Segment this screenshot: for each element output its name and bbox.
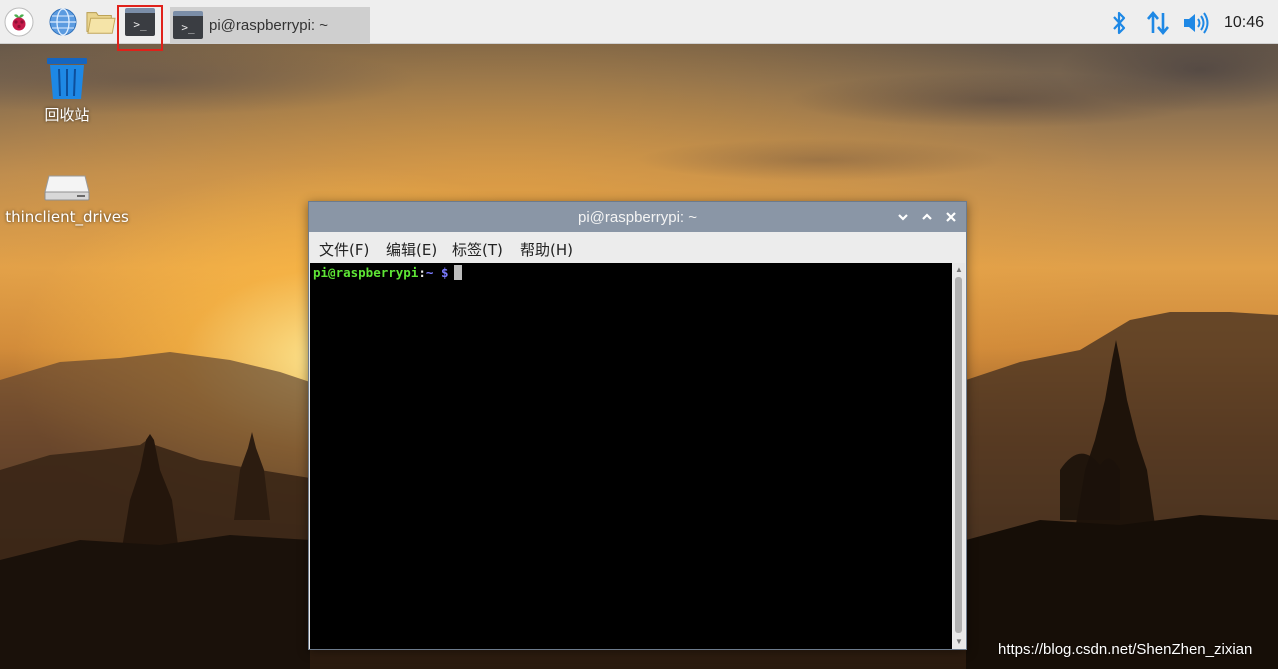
window-title: pi@raspberrypi: ~ bbox=[577, 209, 698, 226]
bluetooth-icon[interactable] bbox=[1108, 10, 1130, 36]
maximize-button[interactable] bbox=[919, 208, 935, 226]
clock[interactable]: 10:46 bbox=[1224, 14, 1264, 32]
menu-edit[interactable]: 编辑(E) bbox=[386, 239, 437, 260]
desktop-icon-label: 回收站 bbox=[44, 106, 90, 124]
volume-icon[interactable] bbox=[1181, 10, 1211, 36]
scrollbar-thumb[interactable] bbox=[955, 277, 962, 633]
file-manager-icon[interactable] bbox=[86, 7, 116, 37]
scroll-up-icon[interactable]: ▲ bbox=[954, 265, 964, 275]
chevron-down-icon bbox=[898, 214, 908, 221]
close-button[interactable] bbox=[943, 208, 959, 226]
trash-icon bbox=[47, 58, 87, 99]
vertical-scrollbar[interactable]: ▲ ▼ bbox=[953, 263, 965, 649]
scroll-down-icon[interactable]: ▼ bbox=[954, 637, 964, 647]
desktop-icon-drive[interactable]: thinclient_drives bbox=[5, 170, 129, 226]
minimize-button[interactable] bbox=[895, 208, 911, 226]
prompt-path: ~ bbox=[425, 265, 434, 280]
desktop-icon-label: thinclient_drives bbox=[5, 208, 129, 226]
desktop-icon-trash[interactable]: 回收站 bbox=[30, 56, 104, 125]
web-browser-icon[interactable] bbox=[48, 7, 78, 37]
menu-file[interactable]: 文件(F) bbox=[319, 239, 369, 260]
window-titlebar[interactable]: pi@raspberrypi: ~ bbox=[309, 202, 966, 232]
menu-bar: 文件(F) 编辑(E) 标签(T) 帮助(H) bbox=[309, 232, 966, 262]
menu-tabs[interactable]: 标签(T) bbox=[452, 239, 503, 260]
prompt-symbol: $ bbox=[440, 265, 449, 280]
raspberry-pi-menu-icon[interactable] bbox=[4, 7, 34, 37]
menu-help[interactable]: 帮助(H) bbox=[520, 239, 573, 260]
taskbar-window-label: pi@raspberrypi: ~ bbox=[209, 16, 329, 34]
network-icon[interactable] bbox=[1144, 10, 1172, 36]
terminal-window[interactable]: pi@raspberrypi: ~ 文件(F) 编辑(E) 标签(T) 帮助(H… bbox=[308, 201, 967, 650]
prompt-separator: : bbox=[418, 265, 426, 280]
terminal-screen[interactable]: pi@raspberrypi:~ $ bbox=[310, 263, 952, 649]
drive-icon bbox=[44, 175, 90, 201]
taskbar-window-button[interactable]: >_ pi@raspberrypi: ~ bbox=[170, 7, 370, 43]
shell-prompt: pi@raspberrypi:~ $ bbox=[313, 265, 463, 280]
close-icon bbox=[946, 212, 956, 222]
prompt-user: pi@raspberrypi bbox=[313, 265, 419, 280]
watermark-text: https://blog.csdn.net/ShenZhen_zixian bbox=[998, 641, 1253, 658]
text-cursor bbox=[454, 265, 463, 280]
taskbar: >_ >_ pi@raspberrypi: ~ 10:46 bbox=[0, 0, 1278, 51]
terminal-icon: >_ bbox=[173, 11, 203, 39]
terminal-glyph: >_ bbox=[181, 21, 195, 34]
chevron-up-icon bbox=[922, 213, 932, 220]
launcher-highlight-box bbox=[117, 5, 163, 51]
